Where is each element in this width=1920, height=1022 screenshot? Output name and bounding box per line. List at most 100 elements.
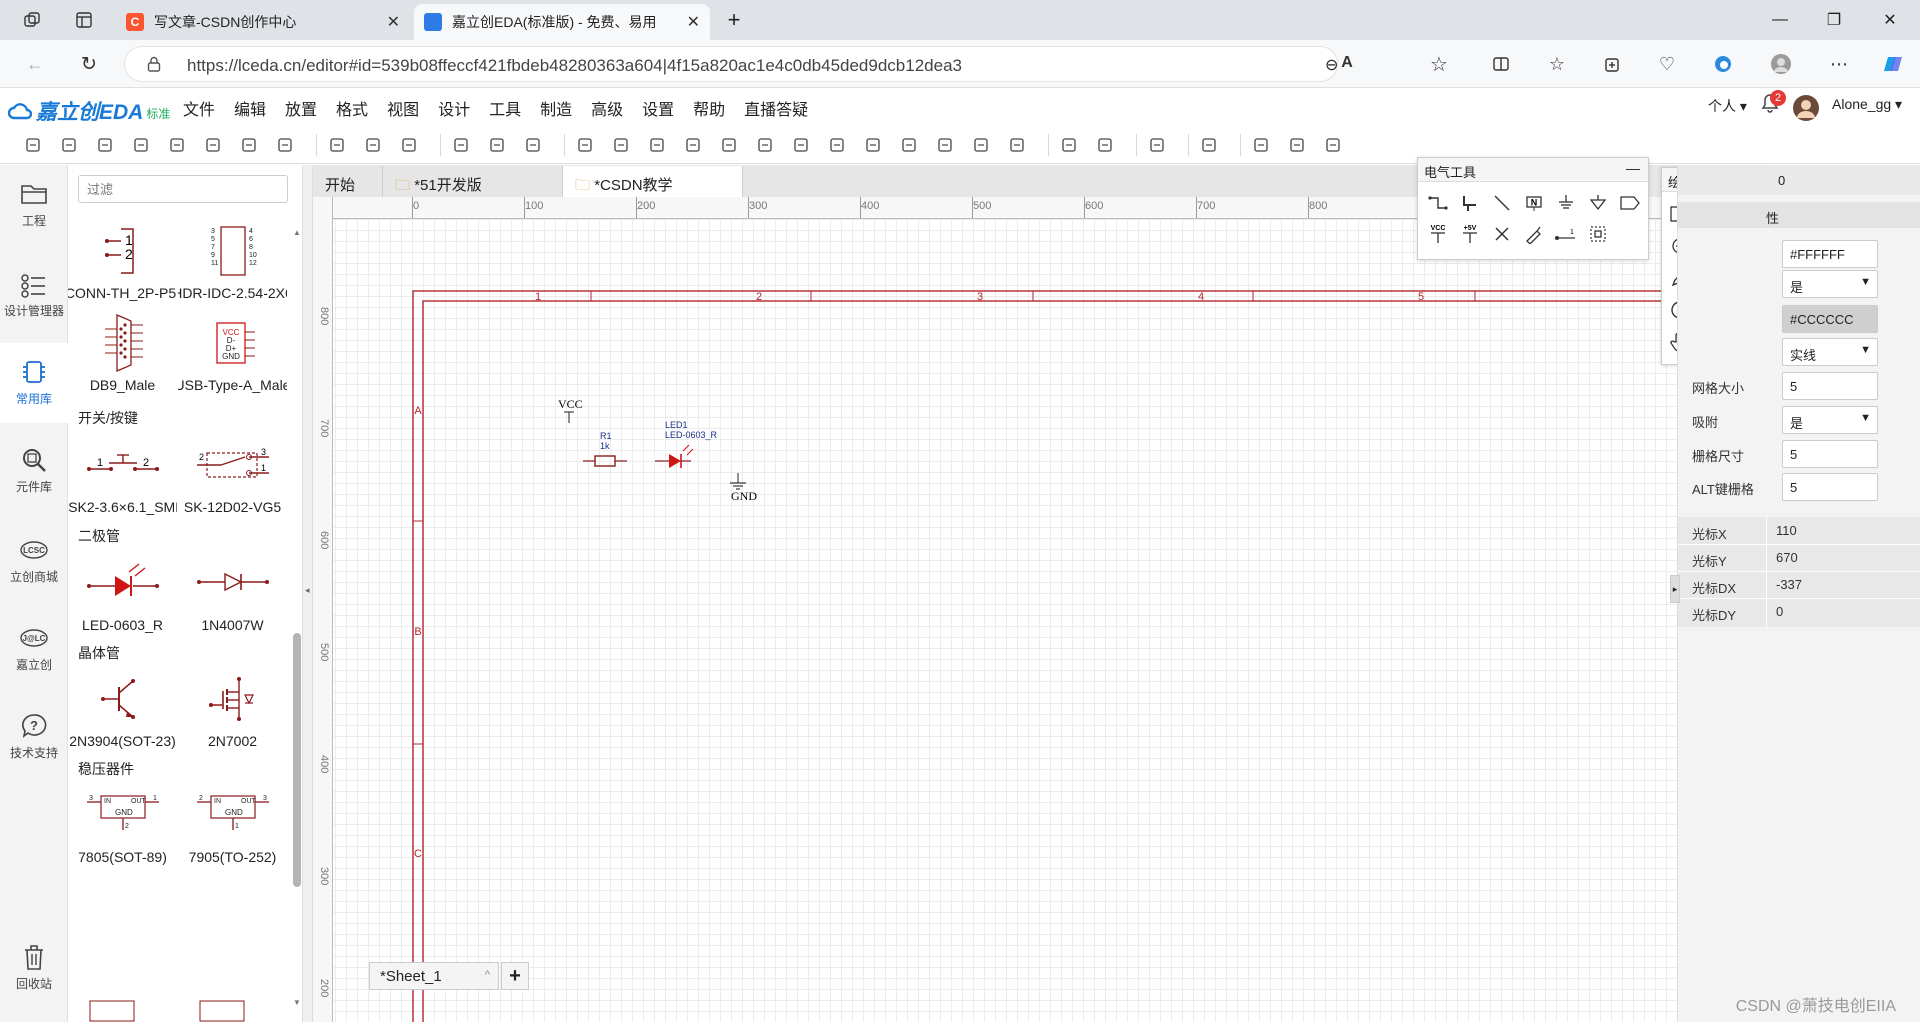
menu-file[interactable]: 文件 [183,96,215,120]
menu-advanced[interactable]: 高级 [591,96,623,120]
paste-icon[interactable] [202,134,224,156]
no-connect-tool-icon[interactable] [1490,222,1514,246]
search-replace-icon[interactable] [362,134,384,156]
tab-actions-icon[interactable] [72,8,96,32]
vcc-symbol[interactable]: VCC [558,397,583,423]
sheet-caret-icon[interactable]: ^ [485,969,490,981]
distribute-left-icon[interactable] [1006,134,1028,156]
collapse-right-icon[interactable]: ▸ [1670,575,1680,603]
redo-icon[interactable] [130,134,152,156]
zoom-out-icon[interactable] [486,134,508,156]
grid-color-field[interactable]: #CCCCCC [1782,305,1878,333]
grid-size-field[interactable]: 5 [1782,372,1878,400]
led-led1[interactable]: LED1 LED-0603_R [655,420,718,468]
fit-view-icon[interactable] [522,134,544,156]
align-bottom-icon[interactable] [826,134,848,156]
nav-jlc[interactable]: J@LC 嘉立创 [0,623,68,673]
menu-view[interactable]: 视图 [387,96,419,120]
nav-recycle-bin[interactable]: 回收站 [0,942,68,992]
align-top-icon[interactable] [790,134,812,156]
edge-icon[interactable] [1712,53,1734,75]
split-screen-icon[interactable] [1490,53,1512,75]
menu-help[interactable]: 帮助 [693,96,725,120]
net-highlight-icon[interactable] [398,134,420,156]
pin-tool-icon[interactable]: 1 [1554,222,1578,246]
layers-icon[interactable] [1286,134,1308,156]
app-logo[interactable]: 嘉立创EDA 标准 [8,96,170,126]
net-label-tool-icon[interactable]: N [1522,191,1546,215]
library-filter-input[interactable] [78,175,288,203]
bus-entry-tool-icon[interactable] [1490,191,1514,215]
nav-tech-support[interactable]: ? 技术支持 [0,711,68,761]
personal-menu[interactable]: 个人 ▾ [1708,96,1747,116]
new-tab-button[interactable]: + [722,7,746,32]
library-item-2n7002[interactable]: 2N7002 [178,665,287,761]
bus-tool-icon[interactable] [1458,191,1482,215]
add-sheet-button[interactable]: + [501,962,529,990]
sheet-tab[interactable]: *Sheet_1 ^ [369,962,499,990]
plus5v-tool-icon[interactable]: +5V [1458,222,1482,246]
library-item-conn-th-2p[interactable]: 1 2 CONN-TH_2P-P5. [68,217,177,313]
collections-icon[interactable] [1602,53,1624,75]
refresh-icon[interactable]: ↻ [78,53,100,75]
delete-icon[interactable] [274,134,296,156]
cut-icon[interactable] [238,134,260,156]
notification-bell[interactable]: 2 [1760,90,1786,114]
nav-project[interactable]: 工程 [0,179,68,229]
schematic-canvas[interactable]: 0 100 200 300 400 500 600 700 800 800 700 600 500 40… [313,197,1677,1022]
rotate-right-icon[interactable] [610,134,632,156]
bom-icon[interactable] [1198,134,1220,156]
minimize-window-icon[interactable]: — [1752,0,1808,40]
net-port-tool-icon[interactable] [1618,191,1642,215]
workspaces-icon[interactable] [20,8,44,32]
library-item-db9-male[interactable]: DB9_Male [68,309,177,405]
menu-fabrication[interactable]: 制造 [540,96,572,120]
favorites-icon[interactable]: ☆ [1546,53,1568,75]
library-item-led-0603[interactable]: LED-0603_R [68,549,177,645]
rotate-left-icon[interactable] [574,134,596,156]
probe-tool-icon[interactable] [1522,222,1546,246]
nav-component-library[interactable]: 元件库 [0,445,68,495]
distribute-h-icon[interactable] [934,134,956,156]
menu-format[interactable]: 格式 [336,96,368,120]
copilot-icon[interactable] [1882,53,1904,75]
library-item-usb-type-a[interactable]: VCC D- D+ GND USB-Type-A_Male [178,309,287,405]
library-item-tsk2[interactable]: 12 TSK2-3.6×6.1_SMD [68,431,177,527]
library-item-1n4007w[interactable]: 1N4007W [178,549,287,645]
browser-essentials-icon[interactable]: ♡ [1656,53,1678,75]
gnd-symbol[interactable]: GND [730,473,757,503]
menu-edit[interactable]: 编辑 [234,96,266,120]
copy-icon[interactable] [166,134,188,156]
share-icon[interactable] [1322,134,1344,156]
find-icon[interactable] [326,134,348,156]
doc-tab-csdn[interactable]: 🗀 *CSDN教学 [563,166,743,197]
flip-horizontal-icon[interactable] [646,134,668,156]
minimize-panel-icon[interactable]: — [1626,160,1640,176]
electrical-tools-header[interactable]: 电气工具 — [1418,158,1648,182]
user-menu[interactable]: Alone_gg ▾ [1832,96,1902,113]
browser-tab-lceda[interactable]: 嘉立创EDA(标准版) - 免费、易用 ✕ [414,4,710,40]
favorite-star-icon[interactable]: ☆ [1428,53,1450,76]
collapse-left-icon[interactable]: ◂ [305,585,310,596]
open-folder-icon[interactable] [22,134,44,156]
library-item-7805[interactable]: IN OUT GND 3 1 2 7805(SOT-89) [68,781,177,877]
resistor-r1[interactable]: R1 1k [583,431,627,467]
grid-visible-select[interactable]: 是 ▼ [1782,270,1878,298]
doc-tab-51-board[interactable]: 🗀 *51开发版 [383,166,563,197]
alt-snap-field[interactable]: 5 [1782,473,1878,501]
snap-size-field[interactable]: 5 [1782,440,1878,468]
library-scrollbar[interactable]: ▲ ▼ [292,228,301,1008]
close-window-icon[interactable]: ✕ [1862,0,1918,40]
nav-lcsc-mall[interactable]: LCSC 立创商城 [0,535,68,585]
library-item-sk-12d02[interactable]: 2 1 3 SK-12D02-VG5 [178,431,287,527]
menu-live-qa[interactable]: 直播答疑 [744,96,808,120]
category-regulator[interactable]: 稳压器件 [78,759,134,779]
analog-ground-tool-icon[interactable] [1586,191,1610,215]
close-tab-icon[interactable]: ✕ [387,12,400,32]
library-item-hdr-idc[interactable]: 3 4 5 6 7 8 9 10 11 12 HDR-IDC-2.54-2X6 [178,217,287,313]
flip-vertical-icon[interactable] [682,134,704,156]
doc-tab-start[interactable]: 开始 [313,166,383,197]
convert-icon[interactable] [1058,134,1080,156]
save-icon[interactable] [58,134,80,156]
nav-design-manager[interactable]: 设计管理器 [0,271,68,319]
